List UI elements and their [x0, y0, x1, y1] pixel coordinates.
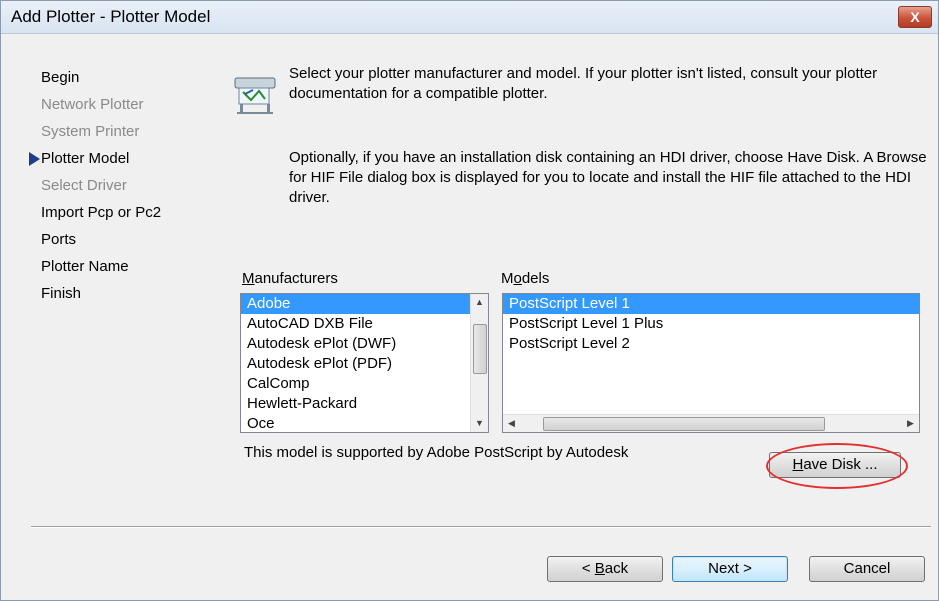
- cancel-button[interactable]: Cancel: [809, 556, 925, 582]
- dialog-body: Begin Network Plotter System Printer Plo…: [1, 34, 938, 600]
- window-title: Add Plotter - Plotter Model: [11, 7, 211, 26]
- models-scrollbar[interactable]: ◀ ▶: [503, 414, 919, 432]
- description-para-1: Select your plotter manufacturer and mod…: [289, 65, 878, 102]
- plotter-icon: [234, 77, 276, 114]
- step-network-plotter: Network Plotter: [41, 96, 144, 113]
- manufacturers-listbox[interactable]: Adobe AutoCAD DXB File Autodesk ePlot (D…: [240, 293, 489, 433]
- close-icon: X: [910, 9, 920, 25]
- manufacturers-scrollbar[interactable]: ▲ ▼: [470, 294, 488, 432]
- scroll-thumb[interactable]: [473, 324, 487, 374]
- next-button[interactable]: Next >: [672, 556, 788, 582]
- scroll-thumb[interactable]: [543, 417, 825, 431]
- list-item[interactable]: PostScript Level 2: [503, 334, 919, 354]
- step-ports: Ports: [41, 231, 77, 248]
- scroll-right-icon[interactable]: ▶: [902, 415, 919, 432]
- step-plotter-name: Plotter Name: [41, 258, 129, 275]
- close-button[interactable]: X: [898, 6, 932, 28]
- list-item[interactable]: PostScript Level 1: [503, 294, 919, 314]
- scroll-up-icon[interactable]: ▲: [471, 294, 488, 311]
- step-plotter-model: Plotter Model: [29, 149, 211, 176]
- step-finish: Finish: [41, 285, 82, 302]
- list-item[interactable]: Adobe: [241, 294, 488, 314]
- title-bar: Add Plotter - Plotter Model X: [1, 1, 938, 34]
- step-import-pcp: Import Pcp or Pc2: [41, 204, 162, 221]
- list-item[interactable]: Hewlett-Packard: [241, 394, 488, 414]
- models-listbox[interactable]: PostScript Level 1 PostScript Level 1 Pl…: [502, 293, 920, 433]
- list-item[interactable]: CalComp: [241, 374, 488, 394]
- list-item[interactable]: Oce: [241, 414, 488, 432]
- list-item[interactable]: Autodesk ePlot (PDF): [241, 354, 488, 374]
- step-system-printer: System Printer: [41, 123, 140, 140]
- current-step-arrow-icon: [29, 152, 40, 166]
- description-para-2: Optionally, if you have an installation …: [289, 149, 927, 206]
- highlight-oval: [766, 443, 908, 489]
- model-support-text: This model is supported by Adobe PostScr…: [244, 444, 629, 461]
- list-item[interactable]: PostScript Level 1 Plus: [503, 314, 919, 334]
- wizard-steps: Begin Network Plotter System Printer Plo…: [29, 68, 211, 311]
- scroll-left-icon[interactable]: ◀: [503, 415, 520, 432]
- list-item[interactable]: Autodesk ePlot (DWF): [241, 334, 488, 354]
- manufacturers-label: Manufacturers: [242, 270, 338, 287]
- models-label: Models: [501, 270, 550, 287]
- footer-separator: [31, 526, 931, 528]
- back-button[interactable]: < Back: [547, 556, 663, 582]
- step-begin: Begin: [41, 69, 80, 86]
- scroll-down-icon[interactable]: ▼: [471, 415, 488, 432]
- add-plotter-dialog: Add Plotter - Plotter Model X Begin Netw…: [0, 0, 939, 601]
- list-item[interactable]: AutoCAD DXB File: [241, 314, 488, 334]
- step-select-driver: Select Driver: [41, 177, 127, 194]
